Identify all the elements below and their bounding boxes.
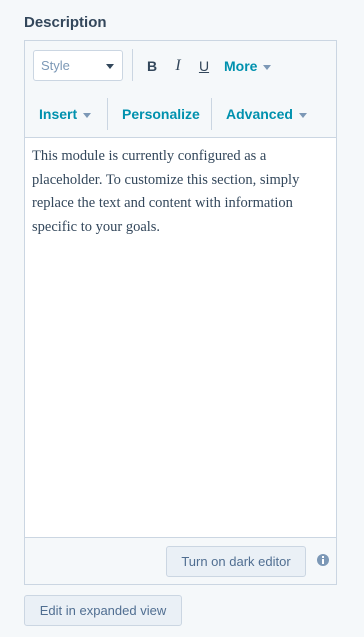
- toolbar-divider: [211, 98, 212, 130]
- italic-button[interactable]: I: [168, 55, 188, 77]
- caret-down-icon: [106, 64, 114, 69]
- underline-button[interactable]: U: [194, 55, 214, 77]
- advanced-menu-label: Advanced: [226, 106, 293, 122]
- more-menu-label: More: [224, 58, 258, 74]
- dark-editor-button[interactable]: Turn on dark editor: [166, 546, 306, 577]
- personalize-button[interactable]: Personalize: [122, 106, 200, 122]
- bold-button[interactable]: B: [142, 55, 162, 77]
- editor-content[interactable]: This module is currently configured as a…: [25, 138, 336, 539]
- advanced-menu[interactable]: Advanced: [226, 106, 307, 122]
- caret-down-icon: [83, 112, 92, 118]
- description-panel: Description Style B I U More Insert Pers…: [0, 0, 364, 637]
- toolbar-divider: [107, 98, 108, 130]
- caret-down-icon: [263, 64, 272, 70]
- more-menu[interactable]: More: [224, 58, 272, 74]
- field-label: Description: [24, 14, 107, 31]
- caret-down-icon: [298, 112, 307, 118]
- expanded-view-button[interactable]: Edit in expanded view: [24, 595, 182, 626]
- info-icon[interactable]: [317, 554, 329, 566]
- insert-menu[interactable]: Insert: [39, 106, 92, 122]
- insert-menu-label: Insert: [39, 106, 78, 122]
- toolbar-divider: [132, 49, 133, 81]
- editor-toolbar: Style B I U More Insert Personalize Adva…: [25, 41, 336, 138]
- style-select-value: Style: [41, 58, 70, 73]
- rich-text-editor: Style B I U More Insert Personalize Adva…: [24, 40, 337, 585]
- style-select[interactable]: Style: [33, 50, 123, 81]
- editor-footer: Turn on dark editor: [25, 537, 336, 584]
